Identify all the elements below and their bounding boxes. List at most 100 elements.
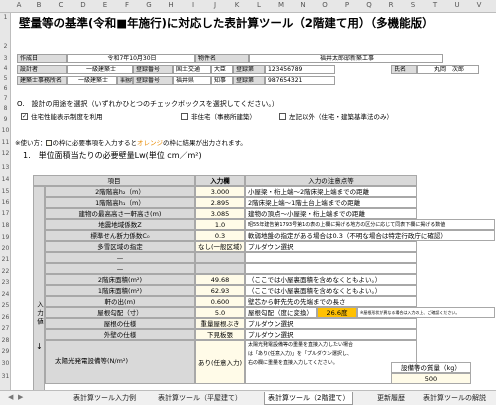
column-header[interactable]: A [14, 1, 24, 9]
row-header[interactable]: 21 [0, 256, 11, 263]
usage-checkbox-other[interactable] [279, 113, 286, 120]
roof-spec-dropdown[interactable]: 重量屋根ぶき [195, 318, 245, 329]
row-input-value[interactable]: 49.68 [195, 274, 245, 285]
row-header[interactable]: 23 [0, 279, 11, 286]
designer-authority[interactable]: 国土交通 [173, 65, 211, 74]
column-header[interactable]: S [408, 1, 418, 9]
solar-equipment-dropdown[interactable]: あり(任意入力) [195, 340, 245, 384]
column-header[interactable]: F [122, 1, 132, 9]
solar-weight-input[interactable]: 500 [391, 373, 471, 384]
row-header[interactable]: 17 [0, 210, 11, 217]
row-header[interactable]: 5 [0, 75, 11, 82]
row-header[interactable]: 28 [0, 337, 11, 344]
column-header[interactable]: I [188, 1, 198, 9]
row-input-value[interactable]: 0.3 [195, 230, 245, 241]
designer-reg-number[interactable]: 123456789 [265, 65, 335, 74]
column-header[interactable]: B [34, 1, 44, 9]
usage-checkbox-performance[interactable]: ✓ [21, 113, 28, 120]
column-header[interactable]: M [276, 1, 286, 9]
scroll-right-icon[interactable]: ▶ [18, 394, 23, 401]
tab-update-history[interactable]: 更新履歴 [374, 392, 408, 405]
row-note: 軟弱地盤の指定がある場合は0.3（不明な場合は特定行政庁に確認） [245, 230, 495, 241]
row-header[interactable]: 8 [0, 105, 11, 112]
column-header[interactable]: D [78, 1, 88, 9]
column-header[interactable]: E [100, 1, 110, 9]
row-header[interactable]: 1 [0, 14, 11, 21]
designer-authority-type[interactable]: 大臣 [211, 65, 233, 74]
snow-region-dropdown[interactable]: なし(一般区域) [195, 241, 245, 252]
office-reg-no-label: 登録第 [233, 76, 265, 85]
row-header[interactable]: 16 [0, 199, 11, 206]
row-header[interactable]: 25 [0, 302, 11, 309]
row-header[interactable]: 9 [0, 116, 11, 123]
row-header[interactable]: 2 [0, 43, 11, 50]
tab-input-example[interactable]: 表計算ツール入力例 [70, 392, 139, 405]
tab-single-story[interactable]: 表計算ツール（平屋建て） [155, 392, 245, 405]
designer-name-value[interactable]: 丸岡 次郎 [417, 65, 479, 74]
office-reg-number[interactable]: 987654321 [265, 76, 335, 85]
header-note: 入力の注意点等 [245, 175, 417, 186]
office-authority-type[interactable]: 知事 [211, 76, 233, 85]
row-item-label: 2階階高h₂（m） [45, 186, 195, 197]
tab-two-story[interactable]: 表計算ツール（2階建て） [264, 392, 354, 405]
row-header[interactable]: 7 [0, 95, 11, 102]
roof-angle-result: 26.6度 [317, 307, 357, 318]
row-header[interactable]: 29 [0, 348, 11, 355]
row-header[interactable]: 11 [0, 139, 11, 146]
worksheet-area[interactable]: 壁量等の基準(令和■年施行)に対応した表計算ツール（2階建て用）（多機能版） 作… [11, 13, 496, 390]
row-header[interactable]: 31 [0, 373, 11, 380]
row-header[interactable]: 30 [0, 360, 11, 367]
row-input-value[interactable]: 0.600 [195, 296, 245, 307]
row-note: 屋根勾配（度に変換） [245, 307, 317, 318]
column-header[interactable]: T [430, 1, 440, 9]
designer-qualification[interactable]: 一級建築士 [67, 65, 133, 74]
column-header[interactable]: R [386, 1, 396, 9]
column-header[interactable]: Q [364, 1, 374, 9]
row-header[interactable]: 24 [0, 291, 11, 298]
row-item-label: — [45, 263, 195, 274]
column-header[interactable]: C [56, 1, 66, 9]
row-note: （ここでは小屋裏面積を含めなくともよい。） [245, 285, 417, 296]
row-input-value[interactable]: 5.0 [195, 307, 245, 318]
row-header[interactable]: 26 [0, 314, 11, 321]
row-header[interactable]: 12 [0, 150, 11, 157]
column-header[interactable]: O [320, 1, 330, 9]
column-header[interactable]: P [342, 1, 352, 9]
column-header[interactable]: G [144, 1, 154, 9]
tab-tool-explanation[interactable]: 表計算ツールの解説 [420, 392, 489, 405]
column-header[interactable]: J [210, 1, 220, 9]
project-name-value[interactable]: 福井太郎邸新築工事 [249, 54, 443, 63]
usage-option-other-label: 左記以外（住宅・建築基準法のみ） [289, 113, 393, 121]
column-header-bar: A B C D E F G H I J K L M N O P Q R S T … [0, 0, 496, 13]
row-header[interactable]: 20 [0, 245, 11, 252]
row-header[interactable]: 14 [0, 176, 11, 183]
row-input-value[interactable]: 3.085 [195, 208, 245, 219]
row-header[interactable]: 15 [0, 188, 11, 195]
row-header[interactable]: 19 [0, 234, 11, 241]
row-input-value[interactable]: 2.895 [195, 197, 245, 208]
office-authority[interactable]: 福井県 [173, 76, 211, 85]
column-header[interactable]: H [166, 1, 176, 9]
row-header[interactable]: 13 [0, 164, 11, 171]
wall-spec-dropdown[interactable]: 下見板張 [195, 329, 245, 340]
row-header[interactable]: 27 [0, 325, 11, 332]
column-header[interactable]: V [474, 1, 484, 9]
row-header[interactable]: 6 [0, 85, 11, 92]
row-header[interactable]: 22 [0, 268, 11, 275]
column-header[interactable]: K [232, 1, 242, 9]
row-header[interactable]: 4 [0, 65, 11, 72]
row-input-value[interactable]: 62.93 [195, 285, 245, 296]
scroll-left-icon[interactable]: ◀ [8, 394, 13, 401]
column-header[interactable]: N [298, 1, 308, 9]
column-header[interactable]: L [254, 1, 264, 9]
column-header[interactable]: U [452, 1, 462, 9]
row-header[interactable]: 18 [0, 222, 11, 229]
usage-checkbox-nonresidential[interactable] [181, 113, 188, 120]
row-header[interactable]: 10 [0, 127, 11, 134]
row-header[interactable]: 3 [0, 55, 11, 62]
row-input-value[interactable]: 3.000 [195, 186, 245, 197]
howto-line: ※使い方： の枠に必要事項を入力するとオレンジの枠に結果が出力されます。 [15, 140, 247, 147]
created-date-value[interactable]: 令和7年10月30日 [67, 54, 195, 63]
office-qualification[interactable]: 一級建築士 [67, 76, 117, 85]
row-input-value[interactable]: 1.0 [195, 219, 245, 230]
